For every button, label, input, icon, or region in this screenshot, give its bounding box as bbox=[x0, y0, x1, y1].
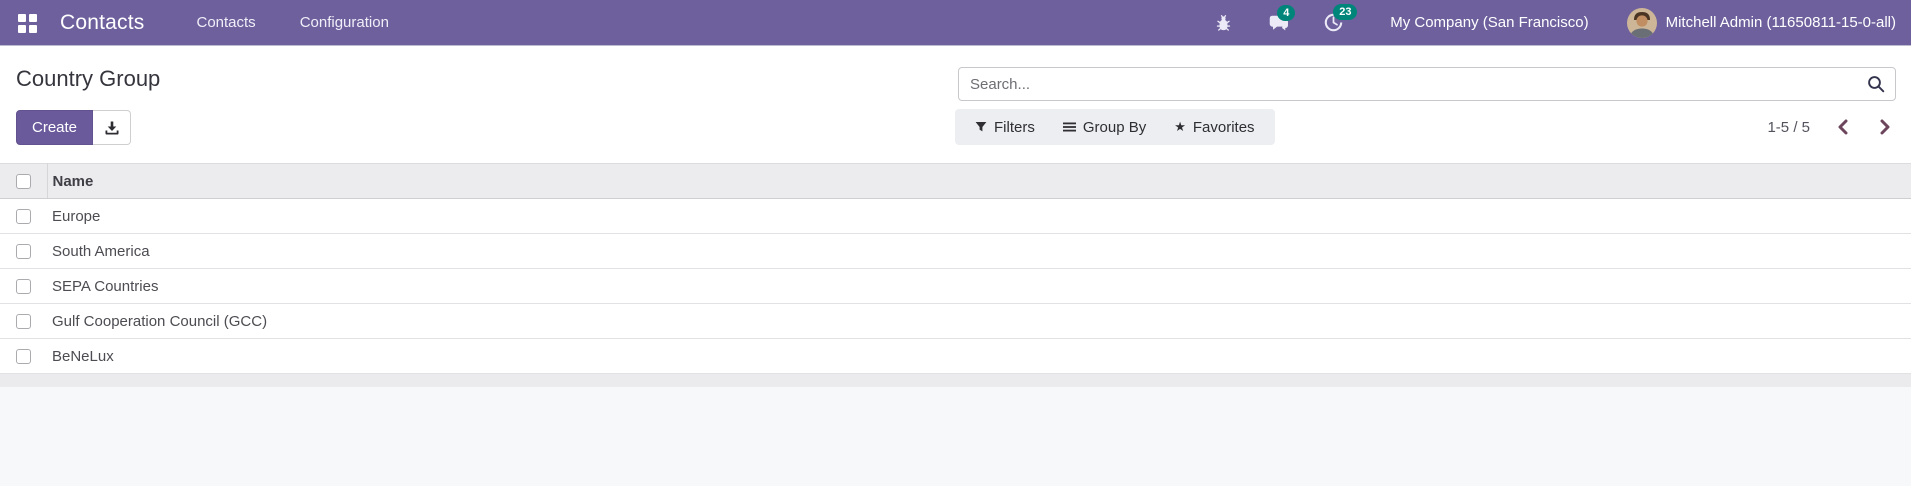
debug-bug-button[interactable] bbox=[1208, 9, 1239, 36]
table-row[interactable]: SEPA Countries bbox=[0, 268, 1911, 304]
row-checkbox[interactable] bbox=[16, 314, 31, 330]
search-icon[interactable] bbox=[1867, 75, 1885, 93]
favorites-star-icon: ★ bbox=[1174, 119, 1186, 134]
group-by-button[interactable]: Group By bbox=[1049, 109, 1160, 145]
menu-contacts[interactable]: Contacts bbox=[196, 14, 255, 31]
user-menu[interactable]: Mitchell Admin (11650811-15-0-all) bbox=[1626, 7, 1896, 38]
table-header-row: Name bbox=[0, 163, 1911, 199]
row-checkbox[interactable] bbox=[16, 349, 31, 365]
navbar-systray: 4 23 My Company (San Francisco) Mitchell… bbox=[1186, 0, 1896, 45]
select-all-checkbox[interactable] bbox=[16, 174, 31, 190]
column-header-name[interactable]: Name bbox=[47, 163, 1911, 199]
download-icon bbox=[105, 121, 119, 134]
table-row[interactable]: South America bbox=[0, 233, 1911, 269]
search-box bbox=[958, 67, 1896, 101]
apps-menu-button[interactable] bbox=[15, 7, 46, 38]
avatar bbox=[1626, 7, 1657, 38]
messages-count-badge: 4 bbox=[1277, 4, 1296, 21]
table-row[interactable]: BeNeLux bbox=[0, 338, 1911, 374]
pager: 1-5 / 5 bbox=[1767, 109, 1896, 145]
table-row[interactable]: Europe bbox=[0, 198, 1911, 234]
row-name: SEPA Countries bbox=[47, 268, 1911, 304]
row-checkbox[interactable] bbox=[16, 279, 31, 295]
search-options-bar: Filters Group By ★ Favorites bbox=[955, 109, 1275, 145]
control-panel: Country Group Create Filters bbox=[0, 46, 1911, 163]
messages-button[interactable]: 4 bbox=[1261, 4, 1296, 37]
company-switcher[interactable]: My Company (San Francisco) bbox=[1390, 14, 1588, 31]
row-checkbox[interactable] bbox=[16, 209, 31, 225]
row-name: BeNeLux bbox=[47, 338, 1911, 374]
page-background bbox=[0, 387, 1911, 486]
group-by-bars-icon bbox=[1062, 122, 1076, 132]
activities-button[interactable]: 23 bbox=[1317, 4, 1358, 37]
row-name: Gulf Cooperation Council (GCC) bbox=[47, 303, 1911, 339]
filters-button[interactable]: Filters bbox=[961, 109, 1049, 145]
pager-previous-button[interactable] bbox=[1832, 115, 1853, 139]
user-name: Mitchell Admin (11650811-15-0-all) bbox=[1665, 14, 1896, 31]
favorites-button[interactable]: ★ Favorites bbox=[1160, 109, 1268, 145]
row-name: Europe bbox=[47, 198, 1911, 234]
pager-value[interactable]: 1-5 / 5 bbox=[1767, 119, 1810, 136]
bug-icon bbox=[1217, 15, 1231, 31]
table-footer-strip bbox=[0, 374, 1911, 387]
country-group-list: Name Europe South America SEPA Countries… bbox=[0, 163, 1911, 374]
activities-count-badge: 23 bbox=[1333, 4, 1358, 20]
row-checkbox[interactable] bbox=[16, 244, 31, 260]
odoo-contacts-screen: Contacts Contacts Configuration 4 23 My … bbox=[0, 0, 1911, 486]
filter-funnel-icon bbox=[975, 122, 987, 132]
chevron-right-icon bbox=[1880, 119, 1890, 135]
create-button[interactable]: Create bbox=[16, 110, 94, 145]
pager-next-button[interactable] bbox=[1875, 115, 1896, 139]
menu-configuration[interactable]: Configuration bbox=[300, 14, 389, 31]
row-name: South America bbox=[47, 233, 1911, 269]
apps-grid-icon bbox=[18, 14, 37, 33]
breadcrumb-page-title: Country Group bbox=[16, 66, 161, 91]
chevron-left-icon bbox=[1838, 119, 1848, 135]
search-input[interactable] bbox=[958, 67, 1896, 101]
app-brand[interactable]: Contacts bbox=[60, 11, 144, 35]
top-navbar: Contacts Contacts Configuration 4 23 My … bbox=[0, 0, 1911, 46]
navbar-left: Contacts Contacts Configuration bbox=[15, 0, 389, 45]
action-buttons: Create bbox=[16, 110, 132, 145]
table-row[interactable]: Gulf Cooperation Council (GCC) bbox=[0, 303, 1911, 339]
export-button[interactable] bbox=[93, 110, 132, 145]
